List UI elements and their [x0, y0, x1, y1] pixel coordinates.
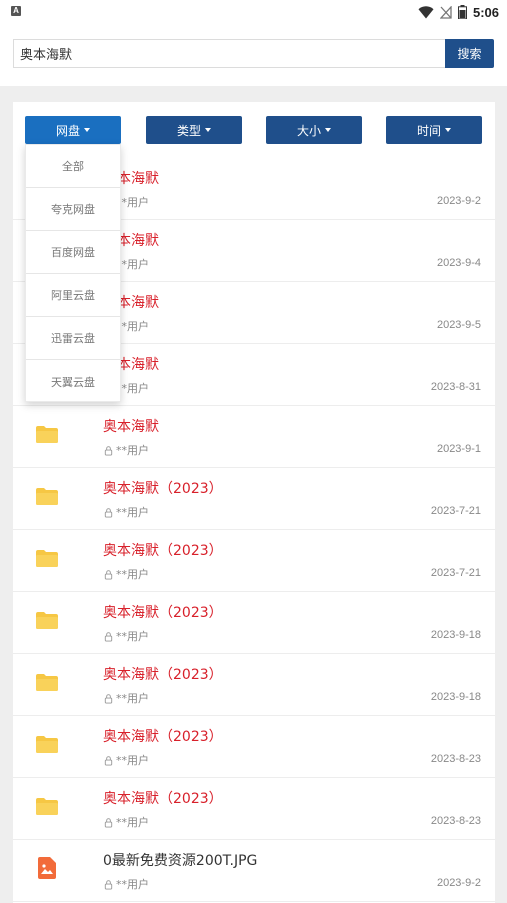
filter-label: 网盘 — [55, 123, 80, 138]
battery-icon — [457, 5, 467, 19]
folder-icon — [36, 674, 58, 691]
result-date: 2023-8-23 — [430, 753, 481, 765]
result-date: 2023-9-4 — [436, 257, 481, 269]
dropdown-item-xunlei[interactable]: 迅雷云盘 — [26, 317, 120, 360]
folder-icon — [36, 550, 58, 567]
result-user-name: **用户 — [116, 444, 149, 457]
result-date: 2023-9-2 — [436, 877, 481, 889]
folder-icon — [36, 488, 58, 505]
caret-down-icon — [445, 128, 451, 132]
dropdown-item-baidu[interactable]: 百度网盘 — [26, 231, 120, 274]
caret-down-icon — [325, 128, 331, 132]
image-file-icon — [38, 857, 56, 879]
result-date: 2023-9-2 — [436, 195, 481, 207]
folder-icon — [36, 798, 58, 815]
caret-down-icon — [84, 128, 90, 132]
dropdown-item-aliyun[interactable]: 阿里云盘 — [26, 274, 120, 317]
user-icon — [104, 693, 113, 704]
result-user-name: **用户 — [116, 568, 149, 581]
search-bar: 搜索 — [0, 24, 507, 86]
result-user: **用户 — [103, 566, 149, 582]
result-title[interactable]: 奥本海默（2023） — [103, 788, 223, 808]
caret-down-icon — [205, 128, 211, 132]
result-user: **用户 — [103, 442, 149, 458]
result-row[interactable]: 奥本海默（2023） **用户 2023-7-21 — [13, 468, 495, 530]
result-date: 2023-9-1 — [436, 443, 481, 455]
result-user: **用户 — [103, 504, 149, 520]
no-signal-icon — [439, 5, 452, 19]
user-icon — [104, 507, 113, 518]
result-row[interactable]: 奥本海默（2023） **用户 2023-9-18 — [13, 654, 495, 716]
result-date: 2023-9-5 — [436, 319, 481, 331]
result-row[interactable]: 0最新免费资源200T.JPG **用户 2023-9-2 — [13, 840, 495, 902]
user-icon — [104, 569, 113, 580]
result-date: 2023-8-31 — [430, 381, 481, 393]
filter-label: 大小 — [296, 123, 321, 138]
filter-time-button[interactable]: 时间 — [386, 116, 482, 144]
result-title[interactable]: 奥本海默 — [103, 416, 159, 436]
result-date: 2023-8-23 — [430, 815, 481, 827]
dropdown-item-all[interactable]: 全部 — [26, 145, 120, 188]
result-title[interactable]: 0最新免费资源200T.JPG — [103, 850, 257, 870]
search-input[interactable] — [13, 39, 445, 68]
search-button[interactable]: 搜索 — [445, 39, 494, 68]
result-user-name: **用户 — [116, 878, 149, 891]
result-date: 2023-7-21 — [430, 505, 481, 517]
result-title[interactable]: 奥本海默（2023） — [103, 726, 223, 746]
user-icon — [104, 445, 113, 456]
status-bar: A 5:06 — [0, 0, 507, 24]
dropdown-item-quark[interactable]: 夸克网盘 — [26, 188, 120, 231]
filter-size-button[interactable]: 大小 — [266, 116, 362, 144]
result-date: 2023-9-18 — [430, 629, 481, 641]
folder-icon — [36, 736, 58, 753]
result-user-name: **用户 — [116, 692, 149, 705]
filter-netdisk-button[interactable]: 网盘 — [25, 116, 121, 144]
result-user: **用户 — [103, 628, 149, 644]
result-row[interactable]: 奥本海默（2023） **用户 2023-7-21 — [13, 530, 495, 592]
result-user-name: **用户 — [116, 630, 149, 643]
result-row[interactable]: 奥本海默（2023） **用户 2023-8-23 — [13, 716, 495, 778]
result-row[interactable]: 奥本海默（2023） **用户 2023-9-18 — [13, 592, 495, 654]
netdisk-dropdown-menu: 全部 夸克网盘 百度网盘 阿里云盘 迅雷云盘 天翼云盘 — [25, 144, 121, 402]
user-icon — [104, 755, 113, 766]
user-icon — [104, 631, 113, 642]
result-user: **用户 — [103, 814, 149, 830]
result-date: 2023-9-18 — [430, 691, 481, 703]
user-icon — [104, 817, 113, 828]
result-user-name: **用户 — [116, 816, 149, 829]
result-title[interactable]: 奥本海默（2023） — [103, 540, 223, 560]
wifi-icon — [418, 5, 434, 18]
result-row[interactable]: 奥本海默 **用户 2023-9-1 — [13, 406, 495, 468]
app-notification-icon: A — [11, 6, 21, 16]
result-user: **用户 — [103, 690, 149, 706]
result-user-name: **用户 — [116, 506, 149, 519]
user-icon — [104, 879, 113, 890]
result-row[interactable]: 奥本海默（2023） **用户 2023-8-23 — [13, 778, 495, 840]
result-user: **用户 — [103, 752, 149, 768]
folder-icon — [36, 426, 58, 443]
result-user-name: **用户 — [116, 754, 149, 767]
clock: 5:06 — [472, 4, 499, 20]
folder-icon — [36, 612, 58, 629]
filter-label: 时间 — [416, 123, 441, 138]
filter-type-button[interactable]: 类型 — [146, 116, 242, 144]
result-title[interactable]: 奥本海默（2023） — [103, 478, 223, 498]
result-date: 2023-7-21 — [430, 567, 481, 579]
result-title[interactable]: 奥本海默（2023） — [103, 602, 223, 622]
filter-label: 类型 — [176, 123, 201, 138]
result-user: **用户 — [103, 876, 149, 892]
dropdown-item-tianyi[interactable]: 天翼云盘 — [26, 360, 120, 403]
result-title[interactable]: 奥本海默（2023） — [103, 664, 223, 684]
